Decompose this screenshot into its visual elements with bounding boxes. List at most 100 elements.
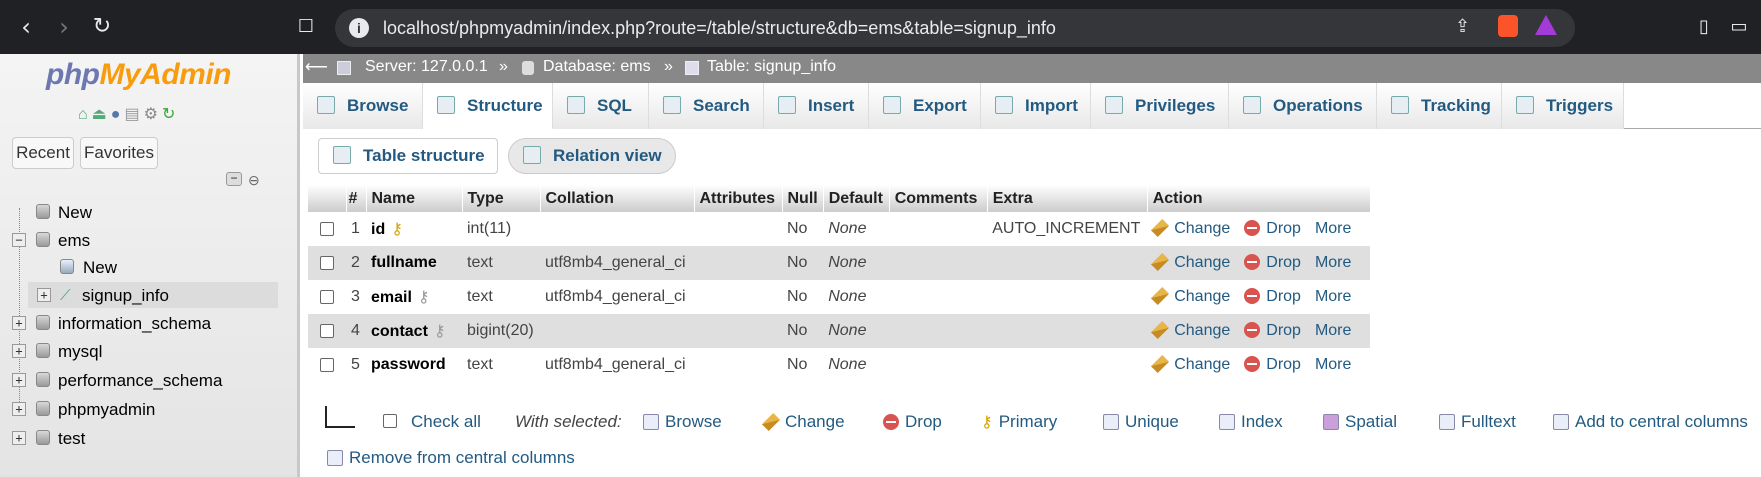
tab-privileges[interactable]: Privileges	[1091, 83, 1229, 129]
home-icon[interactable]: ⌂	[78, 106, 92, 123]
change-button[interactable]: Change	[1151, 354, 1230, 374]
tree-label[interactable]: information_schema	[58, 314, 211, 334]
more-button[interactable]: More	[1315, 220, 1351, 237]
reload-nav-icon[interactable]: ↻	[162, 106, 179, 123]
row-checkbox[interactable]	[320, 323, 334, 338]
header-extra[interactable]: Extra	[987, 185, 1148, 212]
reload-icon[interactable]: ↻	[88, 14, 116, 42]
drop-button[interactable]: Drop	[1244, 220, 1301, 237]
header-null[interactable]: Null	[782, 185, 824, 212]
bulk-spatial-button[interactable]: Spatial	[1323, 412, 1397, 432]
favorites-button[interactable]: Favorites	[80, 137, 158, 169]
tree-label[interactable]: phpmyadmin	[58, 400, 155, 420]
recent-button[interactable]: Recent	[12, 137, 74, 169]
expand-icon[interactable]: +	[12, 344, 26, 358]
expand-icon[interactable]: +	[12, 373, 26, 387]
share-icon[interactable]: ⇪	[1455, 16, 1470, 37]
tab-search[interactable]: Search	[649, 83, 764, 129]
phpmyadmin-logo[interactable]: phpMyAdmin	[46, 58, 231, 92]
header-attributes[interactable]: Attributes	[694, 185, 783, 212]
bulk-fulltext-button[interactable]: Fulltext	[1439, 412, 1516, 432]
bulk-unique-button[interactable]: Unique	[1103, 412, 1179, 432]
expand-icon[interactable]: +	[12, 316, 26, 330]
tree-label[interactable]: test	[58, 429, 85, 449]
tab-browse[interactable]: Browse	[303, 83, 423, 129]
header-comments[interactable]: Comments	[889, 185, 988, 212]
settings-icon[interactable]: ⚙	[144, 106, 162, 123]
tab-triggers[interactable]: Triggers	[1502, 83, 1624, 129]
tree-label[interactable]: ems	[58, 231, 90, 251]
tree-label[interactable]: mysql	[58, 342, 102, 362]
tree-label[interactable]: New	[58, 203, 92, 223]
bookmark-icon[interactable]: ☐	[292, 14, 320, 42]
expand-icon[interactable]: +	[12, 402, 26, 416]
brave-rewards-icon[interactable]	[1535, 15, 1557, 35]
header-name[interactable]: Name	[366, 185, 463, 212]
collapse-all-icon[interactable]: −	[226, 172, 242, 186]
bulk-change-button[interactable]: Change	[761, 412, 845, 432]
drop-button[interactable]: Drop	[1244, 254, 1301, 271]
bulk-drop-button[interactable]: Drop	[883, 412, 942, 432]
tab-tracking[interactable]: Tracking	[1377, 83, 1502, 129]
help-icon[interactable]: ●	[111, 106, 125, 123]
key-icon: ⚷	[981, 414, 993, 431]
site-info-icon[interactable]: i	[349, 18, 369, 38]
row-checkbox[interactable]	[320, 357, 334, 372]
check-all-checkbox[interactable]	[383, 414, 397, 428]
header-collation[interactable]: Collation	[540, 185, 695, 212]
row-checkbox[interactable]	[320, 289, 334, 304]
back-icon[interactable]: ‹	[12, 14, 40, 42]
url-text[interactable]: localhost/phpmyadmin/index.php?route=/ta…	[383, 18, 1056, 39]
tree-label[interactable]: New	[83, 258, 117, 278]
bulk-primary-button[interactable]: ⚷ Primary	[981, 412, 1057, 432]
more-button[interactable]: More	[1315, 254, 1351, 271]
expand-icon[interactable]: +	[12, 431, 26, 445]
more-button[interactable]: More	[1315, 288, 1351, 305]
wallet-icon[interactable]: ▭	[1725, 14, 1753, 42]
tab-import[interactable]: Import	[981, 83, 1091, 129]
drop-button[interactable]: Drop	[1244, 288, 1301, 305]
tab-insert[interactable]: Insert	[764, 83, 869, 129]
forward-icon[interactable]: ›	[50, 14, 78, 42]
drop-button[interactable]: Drop	[1244, 322, 1301, 339]
expand-icon[interactable]: +	[37, 288, 51, 302]
header-type[interactable]: Type	[462, 185, 541, 212]
row-checkbox[interactable]	[320, 255, 334, 270]
relation-view-button[interactable]: Relation view	[508, 138, 676, 174]
tree-label[interactable]: performance_schema	[58, 371, 222, 391]
change-button[interactable]: Change	[1151, 320, 1230, 340]
brave-shield-icon[interactable]	[1498, 15, 1518, 37]
bulk-index-button[interactable]: Index	[1219, 412, 1283, 432]
change-button[interactable]: Change	[1151, 286, 1230, 306]
check-all-label[interactable]: Check all	[411, 412, 481, 432]
tree-item-signup-info[interactable]: + ⟋ signup_info	[28, 282, 278, 308]
header-default[interactable]: Default	[823, 185, 890, 212]
tab-structure[interactable]: Structure	[423, 83, 553, 129]
collapse-icon[interactable]: −	[12, 233, 26, 247]
breadcrumb-table[interactable]: Table: signup_info	[707, 58, 836, 76]
table-structure-button[interactable]: Table structure	[318, 138, 498, 174]
sidebar-toggle-icon[interactable]: ▯	[1690, 14, 1718, 42]
tab-export[interactable]: Export	[869, 83, 981, 129]
address-bar[interactable]: i localhost/phpmyadmin/index.php?route=/…	[335, 9, 1575, 47]
more-button[interactable]: More	[1315, 322, 1351, 339]
tab-sql[interactable]: SQL	[553, 83, 649, 129]
more-button[interactable]: More	[1315, 356, 1351, 373]
row-checkbox[interactable]	[320, 221, 334, 236]
remove-central-columns-button[interactable]: Remove from central columns	[327, 448, 575, 468]
logout-icon[interactable]: ⏏	[92, 106, 111, 123]
breadcrumb-database[interactable]: Database: ems	[543, 58, 651, 76]
add-central-columns-button[interactable]: Add to central columns	[1553, 412, 1748, 432]
header-number[interactable]: #	[346, 185, 367, 212]
change-button[interactable]: Change	[1151, 218, 1230, 238]
tab-operations[interactable]: Operations	[1229, 83, 1377, 129]
bulk-browse-button[interactable]: Browse	[643, 412, 722, 432]
docs-icon[interactable]: ▤	[124, 106, 143, 123]
tree-label[interactable]: signup_info	[82, 286, 169, 306]
breadcrumb-server[interactable]: Server: 127.0.0.1	[365, 58, 488, 76]
collapse-panel-icon[interactable]: ⟵	[305, 57, 328, 77]
pencil-icon	[1151, 286, 1170, 306]
link-icon[interactable]: ⊖	[248, 172, 260, 189]
drop-button[interactable]: Drop	[1244, 356, 1301, 373]
change-button[interactable]: Change	[1151, 252, 1230, 272]
